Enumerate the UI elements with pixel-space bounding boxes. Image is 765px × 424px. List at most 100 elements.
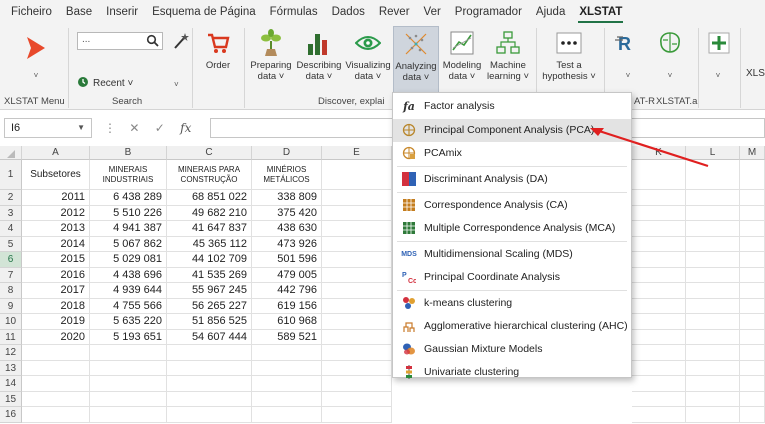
tab-dados[interactable]: Dados xyxy=(325,0,372,24)
empty-cell[interactable] xyxy=(632,391,686,407)
empty-cell[interactable] xyxy=(167,376,252,392)
empty-cell[interactable] xyxy=(167,345,252,361)
empty-cell[interactable] xyxy=(632,252,686,268)
cell-minerais-industriais[interactable]: 4 438 696 xyxy=(90,267,167,283)
empty-cell[interactable] xyxy=(740,360,765,376)
column-header-e[interactable]: E xyxy=(322,146,392,160)
row-header[interactable]: 6 xyxy=(0,252,22,268)
cell-minerais-industriais[interactable]: 5 510 226 xyxy=(90,205,167,221)
empty-cell[interactable] xyxy=(632,314,686,330)
cell-minerais-construcao[interactable]: 51 856 525 xyxy=(167,314,252,330)
empty-cell[interactable] xyxy=(632,407,686,423)
empty-cell[interactable] xyxy=(322,221,392,237)
empty-cell[interactable] xyxy=(322,329,392,345)
empty-cell[interactable] xyxy=(740,298,765,314)
cell-minerais-construcao[interactable]: 54 607 444 xyxy=(167,329,252,345)
row-header[interactable]: 9 xyxy=(0,298,22,314)
cell-minerais-industriais[interactable]: 4 941 387 xyxy=(90,221,167,237)
empty-cell[interactable] xyxy=(632,298,686,314)
cell-minerios-metalicos[interactable]: 442 796 xyxy=(252,283,322,299)
empty-cell[interactable] xyxy=(322,283,392,299)
cell-year[interactable]: 2019 xyxy=(22,314,90,330)
xlstat-ai-button[interactable]: ˅ xyxy=(650,26,690,81)
empty-cell[interactable] xyxy=(740,283,765,299)
empty-cell[interactable] xyxy=(686,190,740,206)
select-all-corner[interactable] xyxy=(0,146,22,160)
fx-icon[interactable]: fx xyxy=(180,121,191,135)
describing-data-button[interactable]: Describing data ˅ xyxy=(295,26,343,82)
empty-cell[interactable] xyxy=(632,236,686,252)
tab-inserir[interactable]: Inserir xyxy=(99,0,145,24)
row-header[interactable]: 16 xyxy=(0,407,22,423)
cell-minerais-industriais[interactable]: 5 067 862 xyxy=(90,236,167,252)
empty-cell[interactable] xyxy=(740,252,765,268)
empty-cell[interactable] xyxy=(22,345,90,361)
cell-minerios-metalicos[interactable]: 501 596 xyxy=(252,252,322,268)
empty-cell[interactable] xyxy=(686,267,740,283)
column-header-b[interactable]: B xyxy=(90,146,167,160)
empty-cell[interactable] xyxy=(22,376,90,392)
header-cell-minerais-construcao[interactable]: MINERAIS PARA CONSTRUÇÃO xyxy=(167,160,252,190)
row-header[interactable]: 3 xyxy=(0,205,22,221)
header-cell-minerais-industriais[interactable]: MINERAIS INDUSTRIAIS xyxy=(90,160,167,190)
magic-wand-icon[interactable] xyxy=(172,32,190,53)
menu-item-pca[interactable]: Principal Component Analysis (PCA) xyxy=(393,119,631,142)
empty-cell[interactable] xyxy=(90,391,167,407)
cell-minerios-metalicos[interactable]: 338 809 xyxy=(252,190,322,206)
empty-cell[interactable] xyxy=(740,345,765,361)
cell-minerios-metalicos[interactable]: 479 005 xyxy=(252,267,322,283)
empty-cell[interactable] xyxy=(90,360,167,376)
empty-cell[interactable] xyxy=(632,360,686,376)
row-header[interactable]: 1 xyxy=(0,160,22,190)
empty-cell[interactable] xyxy=(632,160,686,190)
cell-minerios-metalicos[interactable]: 438 630 xyxy=(252,221,322,237)
menu-item-mca[interactable]: Multiple Correspondence Analysis (MCA) xyxy=(393,217,631,240)
row-header[interactable]: 10 xyxy=(0,314,22,330)
column-header-k[interactable]: K xyxy=(632,146,686,160)
column-header-d[interactable]: D xyxy=(252,146,322,160)
menu-item-pcamix[interactable]: PCAmix xyxy=(393,142,631,165)
empty-cell[interactable] xyxy=(686,314,740,330)
empty-cell[interactable] xyxy=(740,236,765,252)
empty-cell[interactable] xyxy=(167,407,252,423)
empty-cell[interactable] xyxy=(322,267,392,283)
search-input[interactable]: ... xyxy=(77,32,163,50)
empty-cell[interactable] xyxy=(686,329,740,345)
cell-year[interactable]: 2015 xyxy=(22,252,90,268)
cell-year[interactable]: 2013 xyxy=(22,221,90,237)
cell-minerais-industriais[interactable]: 4 755 566 xyxy=(90,298,167,314)
cell-year[interactable]: 2020 xyxy=(22,329,90,345)
cell-year[interactable]: 2018 xyxy=(22,298,90,314)
empty-cell[interactable] xyxy=(252,376,322,392)
cell-minerios-metalicos[interactable]: 589 521 xyxy=(252,329,322,345)
preparing-data-button[interactable]: Preparing data ˅ xyxy=(248,26,294,82)
cell-year[interactable]: 2016 xyxy=(22,267,90,283)
empty-cell[interactable] xyxy=(740,205,765,221)
empty-cell[interactable] xyxy=(740,407,765,423)
menu-item-discriminant-analysis[interactable]: Discriminant Analysis (DA) xyxy=(393,168,631,191)
empty-cell[interactable] xyxy=(632,345,686,361)
empty-cell[interactable] xyxy=(322,252,392,268)
modeling-data-button[interactable]: Modeling data ˅ xyxy=(440,26,484,82)
empty-cell[interactable] xyxy=(632,190,686,206)
cell-minerais-industriais[interactable]: 5 635 220 xyxy=(90,314,167,330)
menu-item-univariate-clustering[interactable]: Univariate clustering xyxy=(393,361,631,384)
menu-item-kmeans[interactable]: k-means clustering xyxy=(393,292,631,315)
empty-cell[interactable] xyxy=(740,329,765,345)
empty-cell[interactable] xyxy=(322,360,392,376)
empty-cell[interactable] xyxy=(90,345,167,361)
menu-item-correspondence-analysis[interactable]: Correspondence Analysis (CA) xyxy=(393,194,631,217)
empty-cell[interactable] xyxy=(740,376,765,392)
empty-cell[interactable] xyxy=(686,407,740,423)
empty-cell[interactable] xyxy=(740,190,765,206)
cell-year[interactable]: 2012 xyxy=(22,205,90,221)
confirm-icon[interactable]: ✓ xyxy=(155,121,165,135)
empty-cell[interactable] xyxy=(252,345,322,361)
empty-cell[interactable] xyxy=(322,407,392,423)
empty-cell[interactable] xyxy=(167,360,252,376)
empty-cell[interactable] xyxy=(740,391,765,407)
xlstat-r-button[interactable]: R ˅ xyxy=(610,26,646,81)
empty-cell[interactable] xyxy=(167,391,252,407)
column-header-m[interactable]: M xyxy=(740,146,765,160)
cell-minerios-metalicos[interactable]: 375 420 xyxy=(252,205,322,221)
